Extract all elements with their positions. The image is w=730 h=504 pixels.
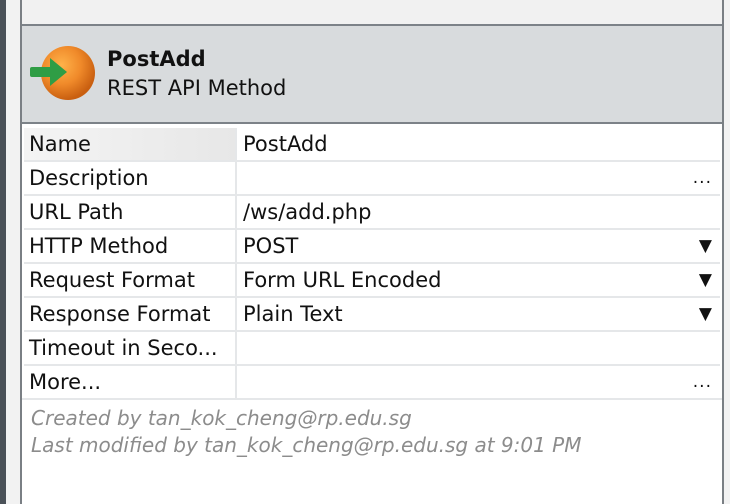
property-description-value[interactable]: ... bbox=[236, 161, 720, 196]
dropdown-arrow-icon[interactable]: ▼ bbox=[699, 298, 712, 329]
created-by-text: Created by tan_kok_cheng@rp.edu.sg bbox=[31, 406, 412, 430]
property-request-format-label: Request Format bbox=[24, 263, 237, 298]
property-timeout-value[interactable] bbox=[236, 331, 720, 366]
dropdown-arrow-icon[interactable]: ▼ bbox=[699, 230, 712, 261]
property-row-request-format[interactable]: Request Format Form URL Encoded ▼ bbox=[24, 263, 720, 298]
response-format-selected: Plain Text bbox=[243, 302, 343, 326]
property-row-http-method[interactable]: HTTP Method POST ▼ bbox=[24, 229, 720, 264]
property-name-text: PostAdd bbox=[243, 132, 328, 156]
property-name-value[interactable]: PostAdd bbox=[236, 128, 720, 162]
properties-window: PostAdd REST API Method Name PostAdd Des… bbox=[0, 0, 730, 504]
property-grid: Name PostAdd Description ... URL Path /w bbox=[24, 128, 720, 400]
property-row-response-format[interactable]: Response Format Plain Text ▼ bbox=[24, 297, 720, 332]
last-modified-text: Last modified by tan_kok_cheng@rp.edu.sg… bbox=[31, 433, 582, 457]
audit-footer: Created by tan_kok_cheng@rp.edu.sg Last … bbox=[22, 398, 722, 504]
property-description-label: Description bbox=[24, 161, 237, 196]
property-name-label: Name bbox=[24, 128, 237, 162]
more-options-button[interactable]: ... bbox=[693, 366, 712, 397]
property-http-method-label: HTTP Method bbox=[24, 229, 237, 264]
property-row-url-path[interactable]: URL Path /ws/add.php bbox=[24, 195, 720, 230]
rest-method-icon bbox=[30, 46, 95, 100]
response-format-select[interactable]: Plain Text ▼ bbox=[236, 297, 720, 332]
request-format-select[interactable]: Form URL Encoded ▼ bbox=[236, 263, 720, 298]
right-gap bbox=[724, 0, 730, 504]
property-row-timeout[interactable]: Timeout in Seco... bbox=[24, 331, 720, 366]
http-method-select[interactable]: POST ▼ bbox=[236, 229, 720, 264]
left-gap bbox=[6, 0, 20, 504]
description-more-button[interactable]: ... bbox=[693, 162, 712, 193]
property-url-path-label: URL Path bbox=[24, 195, 237, 230]
dropdown-arrow-icon[interactable]: ▼ bbox=[699, 264, 712, 295]
property-row-description[interactable]: Description ... bbox=[24, 161, 720, 196]
property-more-value[interactable]: ... bbox=[236, 365, 720, 400]
property-url-path-value[interactable]: /ws/add.php bbox=[236, 195, 720, 230]
property-more-label: More... bbox=[24, 365, 237, 400]
property-response-format-label: Response Format bbox=[24, 297, 237, 332]
method-type: REST API Method bbox=[107, 76, 287, 100]
property-row-name[interactable]: Name PostAdd bbox=[24, 128, 720, 162]
top-strip bbox=[22, 0, 722, 26]
property-row-more[interactable]: More... ... bbox=[24, 365, 720, 400]
method-header: PostAdd REST API Method bbox=[22, 26, 722, 124]
property-url-path-text: /ws/add.php bbox=[243, 200, 372, 224]
method-title: PostAdd bbox=[107, 47, 206, 71]
properties-panel: PostAdd REST API Method Name PostAdd Des… bbox=[20, 0, 722, 504]
request-format-selected: Form URL Encoded bbox=[243, 268, 442, 292]
http-method-selected: POST bbox=[243, 234, 299, 258]
property-timeout-label: Timeout in Seco... bbox=[24, 331, 237, 366]
